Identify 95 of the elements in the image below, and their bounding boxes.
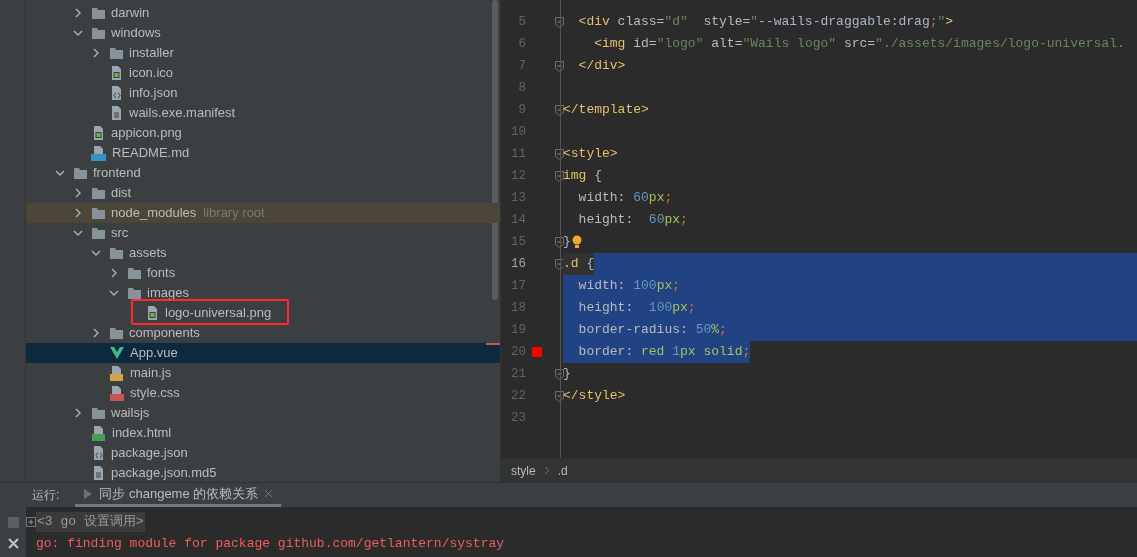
code-line: </template>	[563, 101, 649, 120]
line-number: 20	[510, 343, 526, 361]
image-file-icon	[91, 125, 106, 141]
tree-item[interactable]: fonts	[26, 263, 500, 283]
folder-icon	[109, 46, 124, 60]
folder-icon	[109, 246, 124, 260]
tree-item[interactable]: images	[26, 283, 500, 303]
line-number: 14	[510, 211, 526, 229]
code-line: <img id="logo" alt="Wails logo" src="./assets/images/logo-universal.	[593, 35, 1125, 54]
folder-icon	[91, 6, 106, 20]
code-line: }	[563, 365, 571, 384]
line-number: 22	[510, 387, 526, 405]
json-file-icon	[91, 445, 106, 461]
tree-item[interactable]: src	[26, 223, 500, 243]
breadcrumb[interactable]: style	[511, 461, 536, 480]
image-file-icon	[109, 65, 124, 81]
html-file-icon	[91, 425, 107, 441]
tree-item[interactable]: main.js	[26, 363, 500, 383]
line-number: 10	[510, 123, 526, 141]
image-file-icon	[145, 305, 160, 321]
scrollbar[interactable]	[492, 0, 498, 300]
line-number: 12	[510, 167, 526, 185]
folder-icon	[91, 26, 106, 40]
line-number: 23	[510, 409, 526, 427]
tree-item[interactable]: wailsjs	[26, 403, 500, 423]
folder-icon	[91, 186, 106, 200]
code-line: width: 60px;	[577, 189, 673, 208]
tree-item[interactable]: info.json	[26, 83, 500, 103]
line-number: 16	[510, 255, 526, 273]
json-file-icon	[109, 85, 124, 101]
line-number: 19	[510, 321, 526, 339]
code-line: }	[563, 233, 571, 252]
code-line: </div>	[577, 57, 626, 76]
lightbulb-icon[interactable]	[570, 235, 583, 249]
line-number: 9	[517, 101, 526, 119]
breadcrumb[interactable]: .d	[557, 461, 568, 480]
tree-item[interactable]: App.vue	[26, 343, 500, 363]
line-number: 13	[510, 189, 526, 207]
code-line: <style>	[563, 145, 618, 164]
folder-icon	[91, 226, 106, 240]
folded-output[interactable]: <3 go 设置调用>	[36, 512, 145, 532]
vue-file-icon	[109, 346, 125, 360]
play-icon	[83, 487, 94, 500]
tree-item[interactable]: style.css	[26, 383, 500, 403]
folder-icon	[109, 326, 124, 340]
tree-item[interactable]: wails.exe.manifest	[26, 103, 500, 123]
tree-item[interactable]: README.md	[26, 143, 500, 163]
tree-item[interactable]: dist	[26, 183, 500, 203]
javascript-file-icon	[109, 365, 125, 381]
folder-icon	[127, 286, 142, 300]
tree-item[interactable]: icon.ico	[26, 63, 500, 83]
chevron-right-icon	[543, 466, 550, 475]
code-line: border-radius: 50%;	[577, 321, 727, 340]
line-number: 15	[510, 233, 526, 251]
tree-item[interactable]: package.json.md5	[26, 463, 500, 482]
close-icon[interactable]	[7, 538, 19, 549]
code-line: height: 100px;	[577, 299, 696, 318]
tree-item[interactable]: logo-universal.png	[26, 303, 500, 323]
stop-icon[interactable]	[7, 517, 19, 528]
code-line: height: 60px;	[577, 211, 688, 230]
error-output: go: finding module for package github.com/getlantern/systray	[36, 535, 505, 554]
folder-icon	[127, 266, 142, 280]
line-number: 18	[510, 299, 526, 317]
tree-item[interactable]: darwin	[26, 3, 500, 23]
line-number: 11	[510, 145, 526, 163]
line-number: 17	[510, 277, 526, 295]
code-line: <div class="d" style="--wails-draggable:drag;">	[577, 13, 954, 32]
markdown-file-icon	[91, 145, 107, 161]
tree-item[interactable]: package.json	[26, 443, 500, 463]
css-file-icon	[109, 385, 125, 401]
tree-item[interactable]: index.html	[26, 423, 500, 443]
line-number: 7	[517, 57, 526, 75]
tree-item[interactable]: appicon.png	[26, 123, 500, 143]
tree-item[interactable]: node_modules library root	[26, 203, 500, 223]
line-number: 8	[517, 79, 526, 97]
tree-item[interactable]: windows	[26, 23, 500, 43]
code-line: width: 100px;	[577, 277, 681, 296]
tree-item[interactable]: installer	[26, 43, 500, 63]
text-file-icon	[109, 105, 124, 121]
run-label: 运行:	[32, 487, 60, 504]
folder-icon	[73, 166, 88, 180]
line-number: 5	[517, 13, 526, 31]
tree-item[interactable]: components	[26, 323, 500, 343]
code-line: img {	[563, 167, 602, 186]
folder-icon	[91, 206, 106, 220]
expand-icon	[26, 517, 36, 527]
close-icon	[264, 489, 274, 498]
library-root-hint: library root	[203, 204, 265, 223]
tree-item[interactable]: assets	[26, 243, 500, 263]
line-number: 6	[517, 35, 526, 53]
code-line: </style>	[563, 387, 626, 406]
folder-icon	[91, 406, 106, 420]
line-number: 21	[510, 365, 526, 383]
breakpoint-icon[interactable]	[532, 347, 542, 357]
tree-item[interactable]: frontend	[26, 163, 500, 183]
